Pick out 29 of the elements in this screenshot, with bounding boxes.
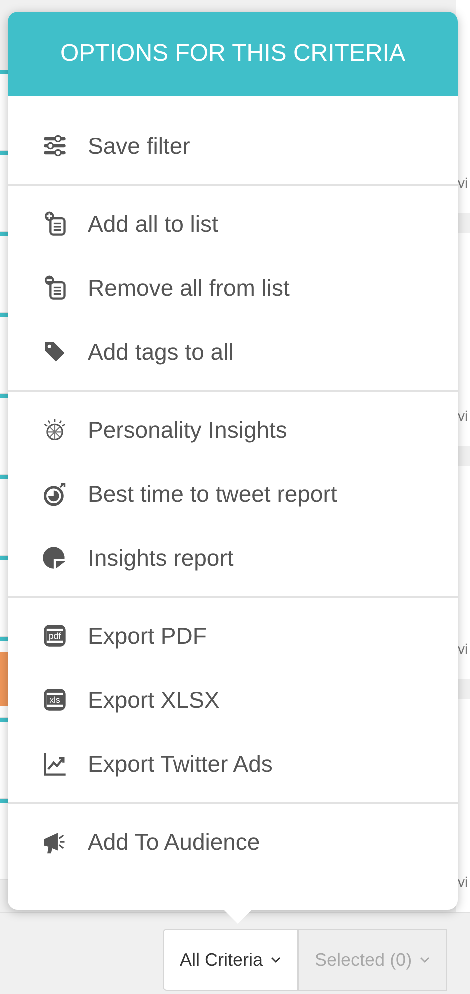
menu-item[interactable]: Remove all from list: [8, 256, 458, 320]
pie-chart-icon: [42, 545, 68, 571]
stat-label: vi: [458, 175, 470, 191]
stat-label: vi: [458, 408, 470, 424]
menu-item[interactable]: Best time to tweet report: [8, 462, 458, 526]
caret-icon: [271, 957, 282, 963]
menu-item[interactable]: Personality Insights: [8, 398, 458, 462]
list-add-icon: [42, 211, 68, 237]
file-icon: pdf: [42, 623, 68, 649]
menu-item[interactable]: Add tags to all: [8, 320, 458, 384]
menu-item[interactable]: Add all to list: [8, 192, 458, 256]
menu-item[interactable]: Save filter: [8, 114, 458, 178]
line-chart-icon: [42, 751, 68, 777]
menu-item[interactable]: pdf Export PDF: [8, 604, 458, 668]
caret-icon: [420, 957, 430, 963]
list-remove-icon: [42, 275, 68, 301]
action-button[interactable]: [0, 652, 8, 706]
menu-item[interactable]: Export Twitter Ads: [8, 732, 458, 796]
menu-item[interactable]: xls Export XLSX: [8, 668, 458, 732]
menu-item[interactable]: Add To Audience: [8, 810, 458, 874]
file-icon: xls: [42, 687, 68, 713]
stat-label: vi: [458, 641, 470, 657]
sliders-icon: [42, 133, 68, 159]
timer-icon: [42, 481, 68, 507]
criteria-tab[interactable]: All Criteria: [163, 929, 298, 991]
globe-icon: [42, 417, 68, 443]
menu-item[interactable]: Insights report: [8, 526, 458, 590]
popup-title: OPTIONS FOR THIS CRITERIA: [8, 12, 458, 96]
stat-label: vi: [458, 874, 470, 890]
